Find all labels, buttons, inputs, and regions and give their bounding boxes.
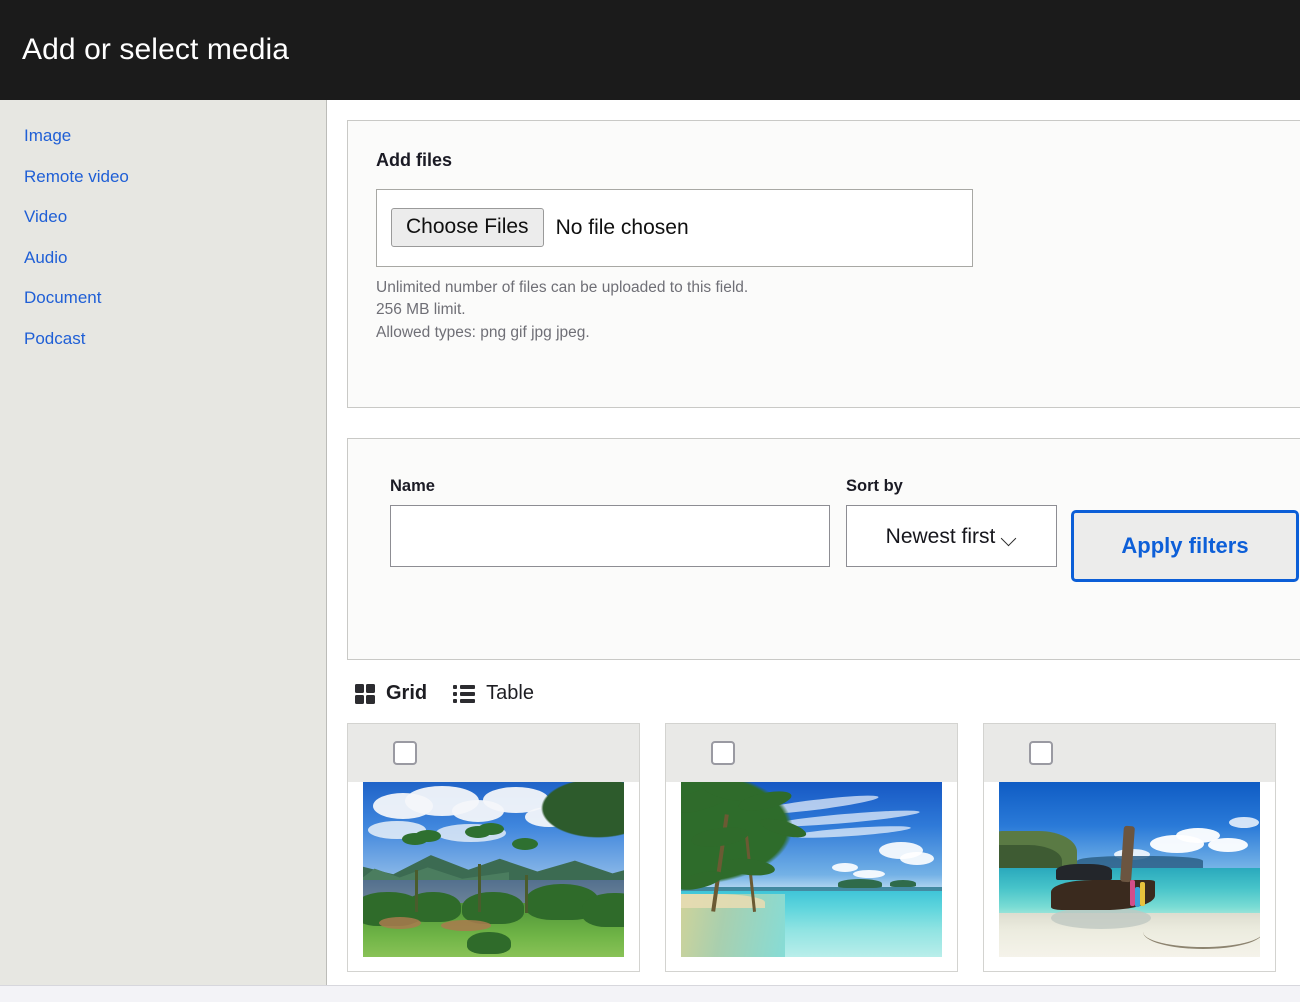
name-filter-field: Name [390,477,830,568]
media-card[interactable] [347,723,640,972]
sort-by-select[interactable]: Newest first [846,505,1057,568]
media-select-checkbox[interactable] [711,741,735,765]
name-filter-input[interactable] [390,505,830,568]
file-chosen-status: No file chosen [555,215,689,239]
name-filter-label: Name [390,477,435,495]
media-grid [347,723,1300,972]
sidebar-item-video[interactable]: Video [0,197,326,238]
view-mode-grid-label: Grid [386,682,428,704]
add-files-panel: Add files Choose Files No file chosen Un… [347,120,1300,408]
file-upload-help: Unlimited number of files can be uploade… [376,277,1300,344]
sidebar-item-audio[interactable]: Audio [0,238,326,279]
filters-panel: Name Sort by Newest first Apply filters [347,438,1300,660]
sidebar-item-remote-video[interactable]: Remote video [0,157,326,198]
media-card-header [984,724,1275,782]
sort-by-field: Sort by Newest first [846,477,1057,568]
apply-filters-button[interactable]: Apply filters [1071,510,1299,582]
help-size-limit: 256 MB limit. [376,301,466,319]
media-thumbnail-island-mountain-landscape [363,782,624,957]
sidebar-item-image[interactable]: Image [0,116,326,157]
view-mode-switcher: Grid Table [355,682,1300,705]
dialog-titlebar: Add or select media [0,0,1300,100]
help-unlimited-files: Unlimited number of files can be uploade… [376,278,749,296]
dialog-title: Add or select media [22,33,290,66]
dialog-bottom-strip [0,985,1300,1002]
media-select-checkbox[interactable] [1029,741,1053,765]
media-card-header [348,724,639,782]
help-allowed-types: Allowed types: png gif jpg jpeg. [376,323,590,341]
media-select-checkbox[interactable] [393,741,417,765]
media-card[interactable] [665,723,958,972]
view-mode-grid[interactable]: Grid [355,682,427,705]
media-card[interactable] [983,723,1276,972]
media-library-content: Add files Choose Files No file chosen Un… [327,100,1300,1002]
grid-icon [355,683,375,704]
sidebar-item-document[interactable]: Document [0,278,326,319]
sort-by-selected-value: Newest first [885,524,996,548]
media-thumbnail-longtail-boat-white-beach [999,782,1260,957]
sort-by-label: Sort by [846,477,903,495]
media-thumbnail-palm-trees-turquoise-lagoon [681,782,942,957]
media-type-sidebar: Image Remote video Video Audio Document … [0,100,327,985]
view-mode-table-label: Table [486,682,534,704]
chevron-down-icon [1002,533,1017,542]
list-icon [453,684,476,703]
media-card-header [666,724,957,782]
sidebar-item-podcast[interactable]: Podcast [0,319,326,360]
view-mode-table[interactable]: Table [453,682,534,705]
choose-files-button[interactable]: Choose Files [391,208,544,248]
file-upload-field[interactable]: Choose Files No file chosen [376,188,973,267]
add-files-title: Add files [376,150,453,170]
dialog-body: Image Remote video Video Audio Document … [0,100,1300,1002]
